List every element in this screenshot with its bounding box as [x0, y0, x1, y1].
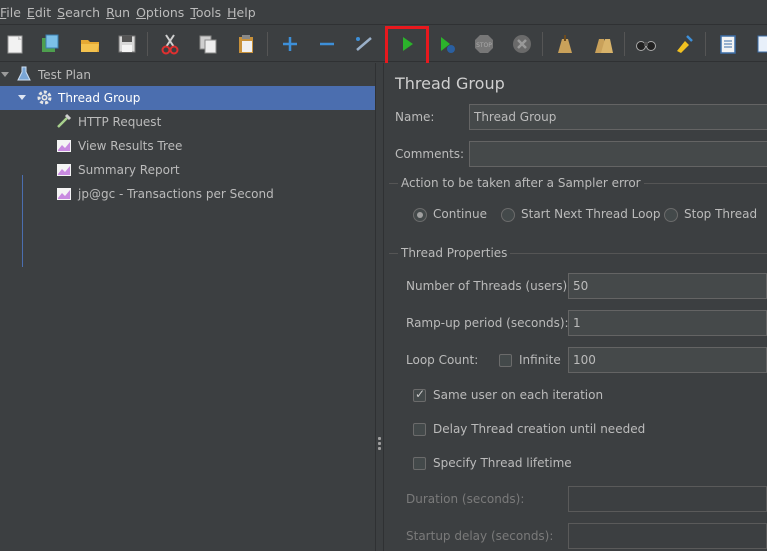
menu-run[interactable]: Run	[106, 5, 134, 20]
duration-field[interactable]	[568, 486, 767, 512]
function-helper-icon[interactable]	[714, 30, 742, 58]
page-title: Thread Group	[395, 74, 505, 93]
startup-delay-field[interactable]	[568, 523, 767, 549]
toolbar: STOP	[0, 24, 767, 62]
clear-icon[interactable]	[550, 30, 578, 58]
thread-group-panel: Thread Group Name: Thread Group Comments…	[385, 63, 767, 551]
menu-help[interactable]: Help	[227, 5, 260, 20]
copy-icon[interactable]	[194, 30, 222, 58]
search-icon[interactable]	[632, 30, 660, 58]
save-icon[interactable]	[113, 30, 141, 58]
sampler-pipette-icon	[56, 113, 72, 129]
infinite-checkbox[interactable]	[499, 354, 512, 367]
threads-field[interactable]: 50	[568, 273, 767, 299]
loop-count-label: Loop Count:	[406, 353, 479, 367]
collapse-icon[interactable]	[313, 30, 341, 58]
continue-radio[interactable]	[413, 208, 427, 222]
menu-tools[interactable]: Tools	[190, 5, 225, 20]
test-plan-tree: Test Plan Thread Group HTTP Request View…	[0, 63, 375, 551]
comments-field[interactable]	[469, 141, 767, 167]
expand-arrow-icon[interactable]	[18, 95, 26, 100]
shutdown-icon[interactable]	[508, 30, 536, 58]
menu-bar: File Edit Search Run Options Tools Help	[0, 0, 767, 24]
help-icon[interactable]	[752, 30, 767, 58]
tree-item-thread-group[interactable]: Thread Group	[0, 86, 375, 110]
svg-text:STOP: STOP	[476, 42, 492, 49]
startup-delay-label: Startup delay (seconds):	[406, 529, 554, 543]
start-no-pauses-icon[interactable]	[432, 30, 460, 58]
sampler-error-group-title: Action to be taken after a Sampler error	[398, 176, 644, 190]
duration-label: Duration (seconds):	[406, 492, 525, 506]
thread-lifetime-label[interactable]: Specify Thread lifetime	[433, 456, 572, 470]
reset-search-icon[interactable]	[670, 30, 698, 58]
listener-chart-icon	[56, 185, 72, 201]
threads-label: Number of Threads (users):	[406, 279, 572, 293]
same-user-checkbox[interactable]	[413, 387, 426, 402]
rampup-field[interactable]: 1	[568, 310, 767, 336]
stop-thread-label[interactable]: Stop Thread	[684, 207, 757, 221]
cut-icon[interactable]	[156, 30, 184, 58]
delay-thread-creation-label[interactable]: Delay Thread creation until needed	[433, 422, 645, 436]
start-button-highlight	[385, 26, 429, 66]
same-user-label[interactable]: Same user on each iteration	[433, 388, 603, 402]
expand-icon[interactable]	[276, 30, 304, 58]
stop-icon[interactable]: STOP	[470, 30, 498, 58]
open-icon[interactable]	[76, 30, 104, 58]
tree-item-test-plan[interactable]: Test Plan	[0, 63, 375, 87]
listener-chart-icon	[56, 137, 72, 153]
tree-item-transactions-per-second[interactable]: jp@gc - Transactions per Second	[0, 182, 375, 206]
stop-thread-radio[interactable]	[664, 208, 678, 222]
rampup-label: Ramp-up period (seconds):	[406, 316, 569, 330]
clear-all-icon[interactable]	[589, 30, 617, 58]
toggle-icon[interactable]	[350, 30, 378, 58]
thread-properties-group-title: Thread Properties	[398, 246, 511, 260]
test-plan-icon	[16, 66, 32, 82]
delay-thread-creation-checkbox[interactable]	[413, 423, 426, 436]
infinite-label[interactable]: Infinite	[519, 353, 561, 367]
comments-label: Comments:	[395, 147, 465, 161]
name-label: Name:	[395, 110, 435, 124]
menu-file[interactable]: File	[0, 5, 25, 20]
tree-item-summary-report[interactable]: Summary Report	[0, 158, 375, 182]
loop-count-field[interactable]: 100	[568, 347, 767, 373]
split-pane-divider[interactable]	[375, 63, 384, 551]
continue-label[interactable]: Continue	[433, 207, 487, 221]
start-next-thread-loop-radio[interactable]	[501, 208, 515, 222]
tree-item-http-request[interactable]: HTTP Request	[0, 110, 375, 134]
paste-icon[interactable]	[232, 30, 260, 58]
listener-chart-icon	[56, 161, 72, 177]
menu-search[interactable]: Search	[57, 5, 104, 20]
expand-arrow-icon[interactable]	[1, 72, 9, 77]
templates-icon[interactable]	[36, 30, 64, 58]
new-icon[interactable]	[1, 30, 29, 58]
thread-group-gear-icon	[36, 89, 52, 105]
name-field[interactable]: Thread Group	[469, 104, 767, 130]
menu-edit[interactable]: Edit	[27, 5, 55, 20]
thread-lifetime-checkbox[interactable]	[413, 457, 426, 470]
tree-item-view-results-tree[interactable]: View Results Tree	[0, 134, 375, 158]
menu-options[interactable]: Options	[136, 5, 188, 20]
start-next-thread-loop-label[interactable]: Start Next Thread Loop	[521, 207, 660, 221]
